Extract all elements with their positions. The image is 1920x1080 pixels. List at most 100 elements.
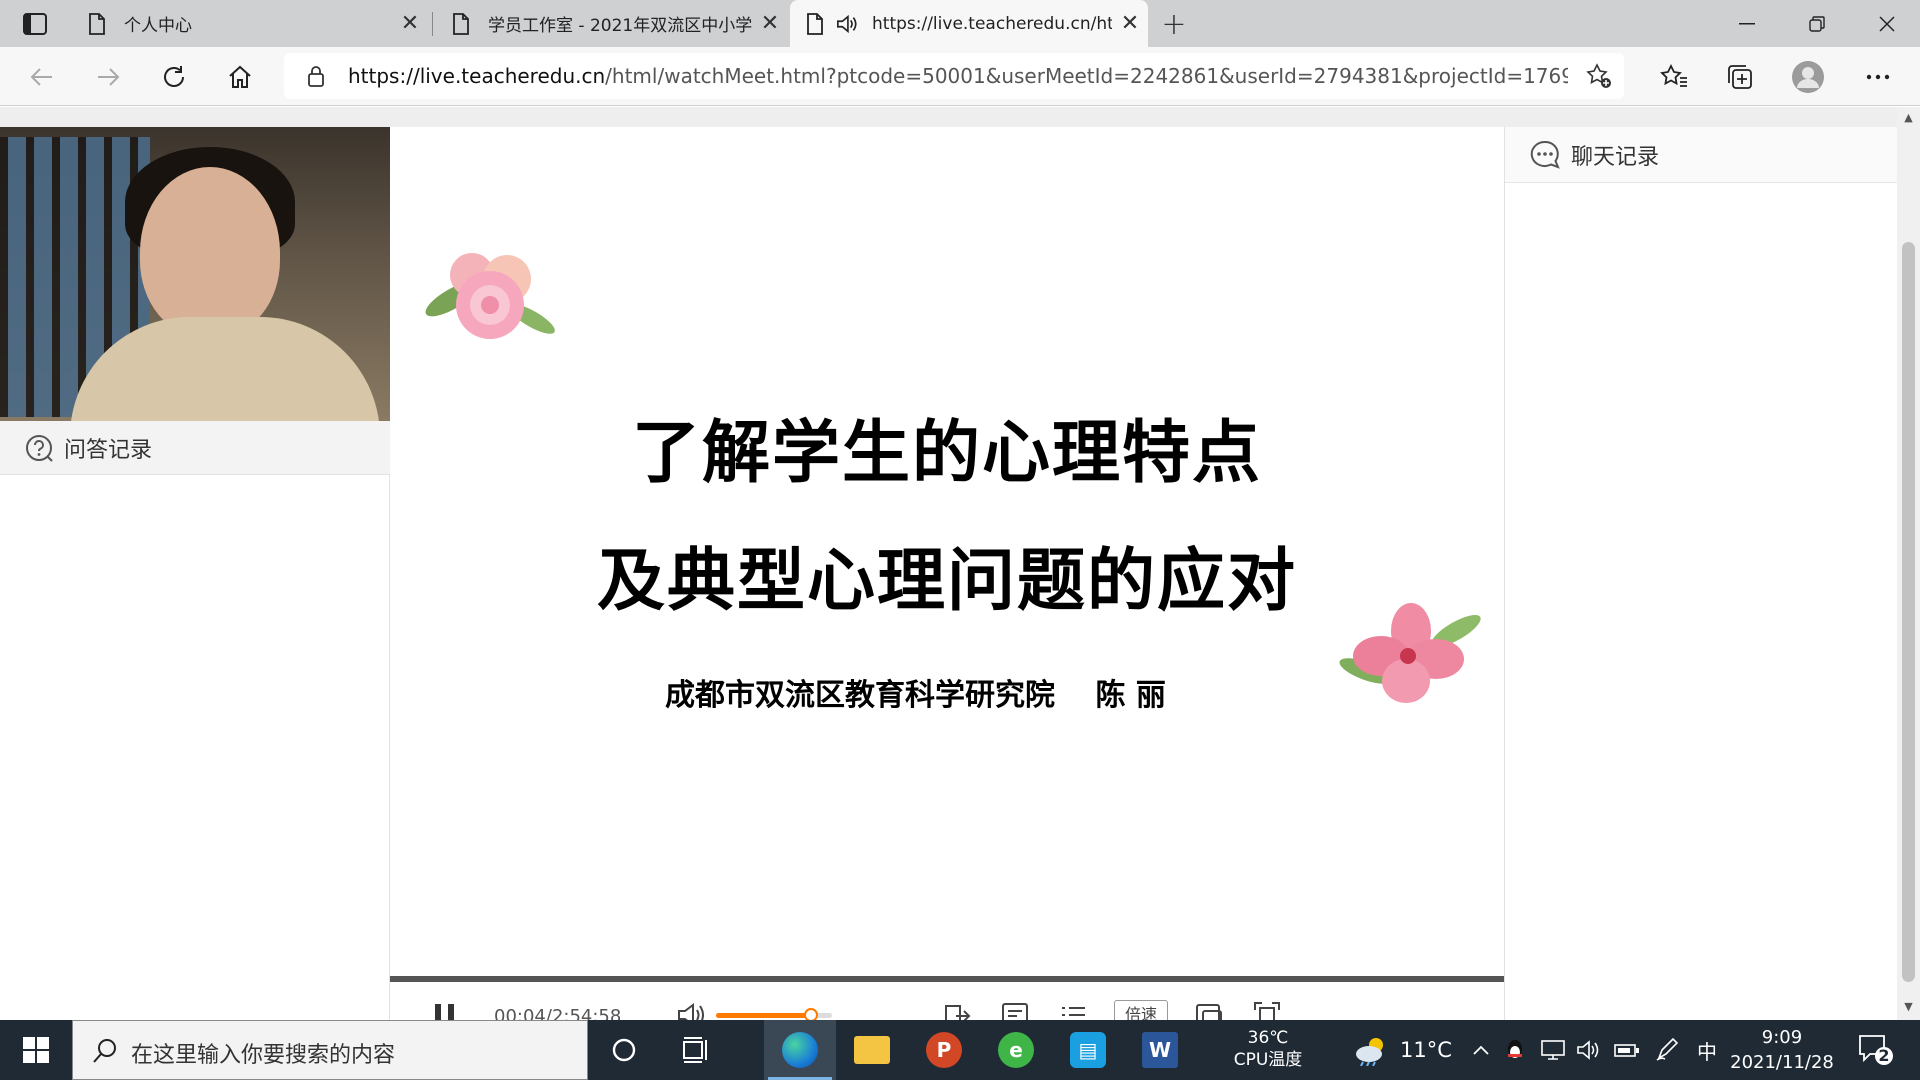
- presenter-video[interactable]: [0, 127, 390, 421]
- cpu-temp-label: CPU温度: [1233, 1050, 1303, 1070]
- url-path: /html/watchMeet.html?ptcode=50001&userMe…: [605, 64, 1568, 88]
- volume-icon[interactable]: [676, 1000, 706, 1020]
- page-top-strip: [0, 107, 1897, 127]
- slide-title-line1: 了解学生的心理特点: [631, 414, 1262, 493]
- page-icon: [86, 12, 108, 35]
- scrollbar-thumb[interactable]: [1902, 242, 1915, 982]
- taskbar-file-explorer[interactable]: [836, 1020, 908, 1080]
- taskbar-edge[interactable]: [764, 1020, 836, 1080]
- refresh-icon: [164, 66, 184, 87]
- volume-handle[interactable]: [804, 1008, 819, 1020]
- task-view-button[interactable]: [660, 1020, 732, 1080]
- question-icon: [26, 434, 53, 462]
- taskbar-word[interactable]: W: [1124, 1020, 1196, 1080]
- list-icon[interactable]: [1058, 1000, 1088, 1020]
- tab-actions-icon: [23, 13, 47, 35]
- page-scrollbar[interactable]: ▲ ▼: [1897, 107, 1920, 1020]
- clock-time: 9:09: [1761, 1027, 1803, 1048]
- qa-record-tab[interactable]: 问答记录: [0, 421, 390, 475]
- taskbar-powerpoint[interactable]: P: [908, 1020, 980, 1080]
- pause-icon: [435, 1004, 441, 1020]
- home-button[interactable]: [220, 57, 260, 97]
- tray-qq-icon[interactable]: [1500, 1035, 1530, 1065]
- star-add-icon: [1586, 63, 1611, 88]
- minimize-icon: [1739, 22, 1755, 24]
- playback-time: 00:04/2:54:58: [494, 1006, 622, 1020]
- close-window-button[interactable]: [1852, 0, 1920, 47]
- tab-title: 个人中心: [124, 16, 192, 36]
- search-icon: [93, 1039, 116, 1063]
- playback-speed-button[interactable]: 倍速: [1114, 1000, 1168, 1020]
- taskbar-browser-360[interactable]: e: [980, 1020, 1052, 1080]
- cpu-temperature-widget[interactable]: 36℃ CPU温度: [1218, 1027, 1318, 1071]
- tray-battery-icon[interactable]: [1612, 1035, 1642, 1065]
- weather-widget[interactable]: 11°C: [1352, 1030, 1452, 1070]
- tab-live-watch[interactable]: https://live.teacheredu.cn/html/watchMee…: [790, 0, 1148, 47]
- taskbar-search-input[interactable]: 在这里输入你要搜索的内容: [72, 1020, 588, 1080]
- folder-icon: [854, 1036, 890, 1064]
- taskbar-app-blue[interactable]: ▤: [1052, 1020, 1124, 1080]
- url-field[interactable]: https://live.teacheredu.cn/html/watchMee…: [284, 53, 1624, 99]
- tray-network-icon[interactable]: [1538, 1035, 1568, 1065]
- ime-indicator[interactable]: 中: [1692, 1035, 1722, 1065]
- new-tab-button[interactable]: +: [1156, 6, 1192, 42]
- scroll-down-arrow-icon[interactable]: ▼: [1902, 1000, 1915, 1014]
- cpu-temp-value: 36℃: [1247, 1028, 1289, 1048]
- close-icon: [1879, 15, 1895, 32]
- taskbar-clock[interactable]: 9:09 2021/11/28: [1722, 1025, 1842, 1075]
- favorites-button[interactable]: [1654, 57, 1694, 97]
- collections-icon: [1728, 65, 1752, 89]
- forward-button[interactable]: [88, 57, 128, 97]
- tab-close-button[interactable]: ✕: [752, 6, 788, 42]
- url-text: https://live.teacheredu.cn/html/watchMee…: [348, 64, 1568, 88]
- back-button[interactable]: [22, 57, 62, 97]
- qa-record-label: 问答记录: [64, 437, 153, 463]
- refresh-button[interactable]: [154, 57, 194, 97]
- page-icon: [804, 12, 826, 35]
- fullscreen-icon[interactable]: [1252, 1000, 1282, 1020]
- scroll-up-arrow-icon[interactable]: ▲: [1902, 111, 1915, 125]
- subtitle-icon[interactable]: [1000, 1000, 1030, 1020]
- browser-tab-bar: 个人中心 ✕ 学员工作室 - 2021年双流区中小学 ✕ https://liv…: [0, 0, 1920, 47]
- profile-button[interactable]: [1788, 57, 1828, 97]
- address-bar: https://live.teacheredu.cn/html/watchMee…: [0, 47, 1920, 106]
- notification-center-button[interactable]: 2: [1856, 1032, 1894, 1068]
- minimize-button[interactable]: [1712, 0, 1782, 47]
- collections-button[interactable]: [1720, 57, 1760, 97]
- more-icon: [1866, 74, 1890, 80]
- word-icon: W: [1142, 1032, 1178, 1068]
- slide-subtitle: 成都市双流区教育科学研究院 陈 丽: [665, 678, 1166, 713]
- task-view-icon: [683, 1037, 707, 1063]
- add-favorite-button[interactable]: [1586, 63, 1612, 89]
- windows-taskbar: 在这里输入你要搜索的内容 P e ▤ W 36℃ CPU温度 11°C 中 9:…: [0, 1020, 1920, 1080]
- live-watch-page: 问答记录 了解学生的心理特点 及典型心理问题的应对 成都市双流区教育科学研究院 …: [0, 107, 1898, 1020]
- app-window-icon: ▤: [1070, 1032, 1106, 1068]
- lock-icon[interactable]: [306, 65, 328, 87]
- picture-in-picture-icon[interactable]: [1194, 1000, 1224, 1020]
- start-button[interactable]: [0, 1020, 72, 1080]
- restore-button[interactable]: [1782, 0, 1852, 47]
- tray-pen-icon[interactable]: [1652, 1035, 1682, 1065]
- restore-icon: [1809, 15, 1825, 32]
- share-icon[interactable]: [942, 1000, 972, 1020]
- powerpoint-icon: P: [926, 1032, 962, 1068]
- tab-close-button[interactable]: ✕: [392, 6, 428, 42]
- show-hidden-icons-button[interactable]: [1466, 1035, 1496, 1065]
- tab-actions-button[interactable]: [14, 8, 56, 40]
- tab-student-studio[interactable]: 学员工作室 - 2021年双流区中小学 ✕: [436, 0, 788, 47]
- tab-close-button[interactable]: ✕: [1112, 6, 1148, 42]
- search-placeholder: 在这里输入你要搜索的内容: [131, 1043, 396, 1068]
- settings-more-button[interactable]: [1858, 57, 1898, 97]
- right-panel: 聊天记录: [1504, 127, 1898, 1020]
- chat-record-tab[interactable]: 聊天记录: [1505, 127, 1898, 183]
- home-icon: [229, 65, 251, 88]
- edge-icon: [782, 1032, 818, 1068]
- pause-button[interactable]: [432, 1004, 458, 1020]
- tab-personal-center[interactable]: 个人中心 ✕: [72, 0, 428, 47]
- volume-slider[interactable]: [716, 1008, 832, 1020]
- cortana-button[interactable]: [588, 1020, 660, 1080]
- tab-audio-icon[interactable]: [836, 13, 858, 35]
- hibiscus-flower-image: [1339, 603, 1481, 703]
- tray-volume-icon[interactable]: [1574, 1035, 1604, 1065]
- clock-date: 2021/11/28: [1730, 1052, 1834, 1073]
